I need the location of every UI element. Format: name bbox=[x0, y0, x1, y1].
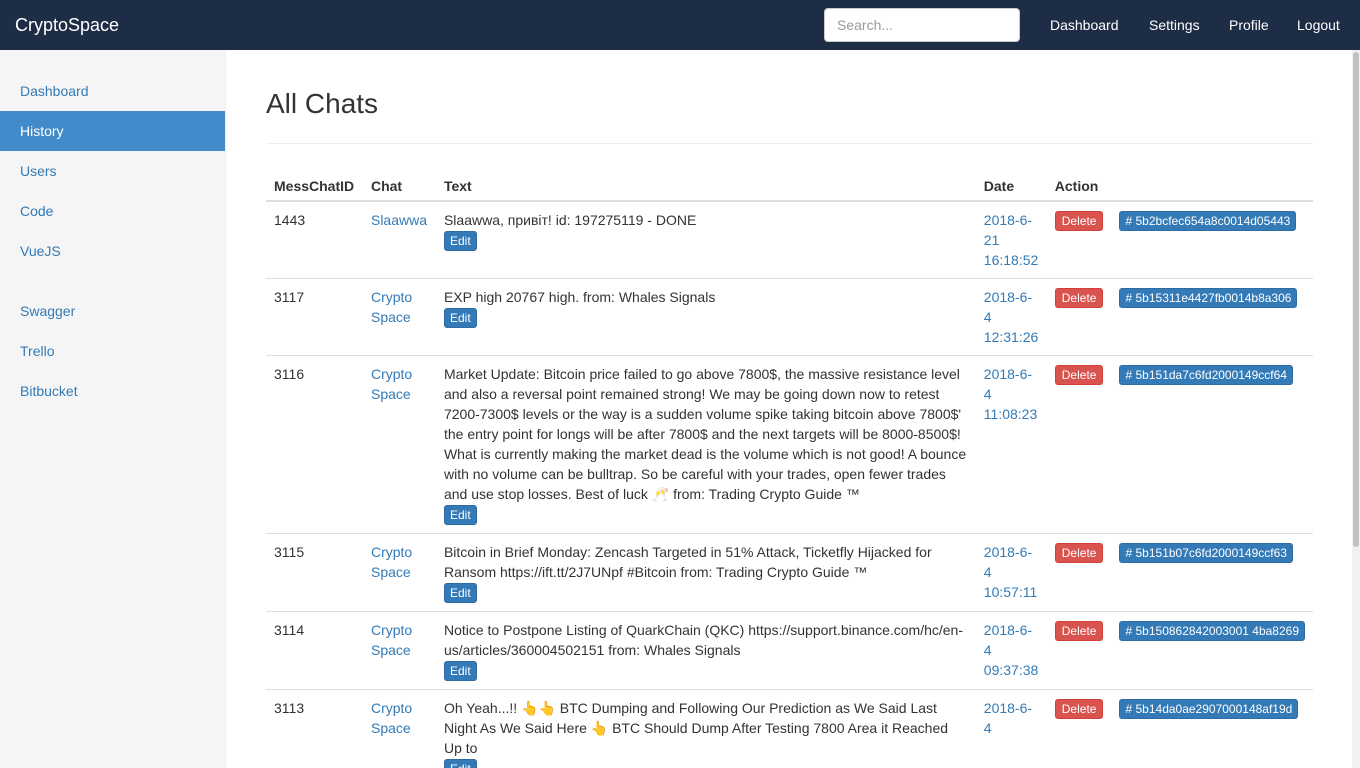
delete-button[interactable]: Delete bbox=[1054, 211, 1104, 231]
sidebar-item-trello[interactable]: Trello bbox=[0, 331, 225, 371]
cell-id: 3114 bbox=[266, 611, 363, 690]
column-header-date: Date bbox=[975, 168, 1047, 202]
sidebar-item-swagger[interactable]: Swagger bbox=[0, 291, 225, 331]
delete-button[interactable]: Delete bbox=[1054, 543, 1104, 563]
date-link[interactable]: 2018-6-4 bbox=[984, 700, 1032, 736]
cell-id: 3116 bbox=[266, 355, 363, 534]
chats-table: MessChatID Chat Text Date Action 1443 Sl… bbox=[266, 168, 1313, 768]
table-row: 3115 Crypto Space Bitcoin in Brief Monda… bbox=[266, 533, 1313, 612]
edit-button[interactable]: Edit bbox=[443, 583, 477, 603]
edit-button[interactable]: Edit bbox=[443, 661, 477, 681]
message-text: Slaawwa, привіт! id: 197275119 - DONE bbox=[443, 212, 697, 228]
message-id-button[interactable]: # 5b151da7c6fd2000149ccf64 bbox=[1119, 365, 1293, 385]
cell-id: 3117 bbox=[266, 278, 363, 356]
page-scrollbar[interactable] bbox=[1352, 50, 1360, 768]
message-text: Oh Yeah...!! 👆👆 BTC Dumping and Followin… bbox=[443, 700, 949, 756]
sidebar-group-links: Swagger Trello Bitbucket bbox=[0, 291, 225, 411]
edit-button[interactable]: Edit bbox=[443, 308, 477, 328]
sidebar: Dashboard History Users Code VueJS Swagg… bbox=[0, 50, 226, 768]
sidebar-item-code[interactable]: Code bbox=[0, 191, 225, 231]
edit-button[interactable]: Edit bbox=[443, 505, 477, 525]
chat-link[interactable]: Crypto Space bbox=[371, 289, 412, 325]
sidebar-group-main: Dashboard History Users Code VueJS bbox=[0, 71, 225, 271]
message-text: Notice to Postpone Listing of QuarkChain… bbox=[443, 622, 964, 658]
edit-button[interactable]: Edit bbox=[443, 231, 477, 251]
message-id-button[interactable]: # 5b15311e4427fb0014b8a306 bbox=[1119, 288, 1298, 308]
search-input[interactable] bbox=[824, 8, 1020, 42]
date-link[interactable]: 2018-6-4 12:31:26 bbox=[984, 289, 1039, 345]
message-id-button[interactable]: # 5b150862842003001 4ba8269 bbox=[1119, 621, 1305, 641]
cell-id: 3115 bbox=[266, 533, 363, 612]
chat-link[interactable]: Crypto Space bbox=[371, 700, 412, 736]
table-row: 3113 Crypto Space Oh Yeah...!! 👆👆 BTC Du… bbox=[266, 689, 1313, 768]
message-text: Market Update: Bitcoin price failed to g… bbox=[443, 366, 967, 502]
date-link[interactable]: 2018-6-4 11:08:23 bbox=[984, 366, 1037, 422]
main-content: All Chats MessChatID Chat Text Date Acti… bbox=[226, 50, 1346, 768]
date-link[interactable]: 2018-6-4 09:37:38 bbox=[984, 622, 1039, 678]
nav-dashboard[interactable]: Dashboard bbox=[1050, 0, 1119, 50]
nav-settings[interactable]: Settings bbox=[1149, 0, 1200, 50]
message-id-button[interactable]: # 5b151b07c6fd2000149ccf63 bbox=[1119, 543, 1293, 563]
sidebar-item-history[interactable]: History bbox=[0, 111, 225, 151]
message-text: EXP high 20767 high. from: Whales Signal… bbox=[443, 289, 716, 305]
brand-logo[interactable]: CryptoSpace bbox=[15, 0, 119, 50]
nav-profile[interactable]: Profile bbox=[1229, 0, 1269, 50]
column-header-chat: Chat bbox=[362, 168, 436, 202]
cell-id: 3113 bbox=[266, 689, 363, 768]
cell-id: 1443 bbox=[266, 200, 363, 279]
page-title: All Chats bbox=[266, 88, 379, 119]
table-row: 3114 Crypto Space Notice to Postpone Lis… bbox=[266, 611, 1313, 690]
sidebar-item-vuejs[interactable]: VueJS bbox=[0, 231, 225, 271]
sidebar-item-bitbucket[interactable]: Bitbucket bbox=[0, 371, 225, 411]
delete-button[interactable]: Delete bbox=[1054, 699, 1104, 719]
sidebar-item-users[interactable]: Users bbox=[0, 151, 225, 191]
nav-logout[interactable]: Logout bbox=[1297, 0, 1340, 50]
date-link[interactable]: 2018-6-21 16:18:52 bbox=[984, 212, 1039, 268]
top-navbar: CryptoSpace Dashboard Settings Profile L… bbox=[0, 0, 1360, 50]
delete-button[interactable]: Delete bbox=[1054, 365, 1104, 385]
column-header-messchatid: MessChatID bbox=[266, 168, 363, 202]
sidebar-item-dashboard[interactable]: Dashboard bbox=[0, 71, 225, 111]
title-divider bbox=[266, 143, 1313, 144]
delete-button[interactable]: Delete bbox=[1054, 621, 1104, 641]
table-row: 3117 Crypto Space EXP high 20767 high. f… bbox=[266, 278, 1313, 356]
column-header-id-link bbox=[1111, 168, 1313, 202]
chat-link[interactable]: Crypto Space bbox=[371, 544, 412, 580]
message-id-button[interactable]: # 5b2bcfec654a8c0014d05443 bbox=[1119, 211, 1297, 231]
chat-link[interactable]: Crypto Space bbox=[371, 622, 412, 658]
chat-link[interactable]: Slaawwa bbox=[371, 212, 427, 228]
date-link[interactable]: 2018-6-4 10:57:11 bbox=[984, 544, 1037, 600]
edit-button[interactable]: Edit bbox=[443, 759, 477, 768]
chat-link[interactable]: Crypto Space bbox=[371, 366, 412, 402]
delete-button[interactable]: Delete bbox=[1054, 288, 1104, 308]
table-row: 3116 Crypto Space Market Update: Bitcoin… bbox=[266, 355, 1313, 534]
table-header-row: MessChatID Chat Text Date Action bbox=[266, 168, 1313, 202]
table-row: 1443 Slaawwa Slaawwa, привіт! id: 197275… bbox=[266, 200, 1313, 279]
column-header-action: Action bbox=[1046, 168, 1112, 202]
message-text: Bitcoin in Brief Monday: Zencash Targete… bbox=[443, 544, 932, 580]
scrollbar-thumb[interactable] bbox=[1353, 52, 1359, 547]
message-id-button[interactable]: # 5b14da0ae2907000148af19d bbox=[1119, 699, 1299, 719]
column-header-text: Text bbox=[435, 168, 976, 202]
